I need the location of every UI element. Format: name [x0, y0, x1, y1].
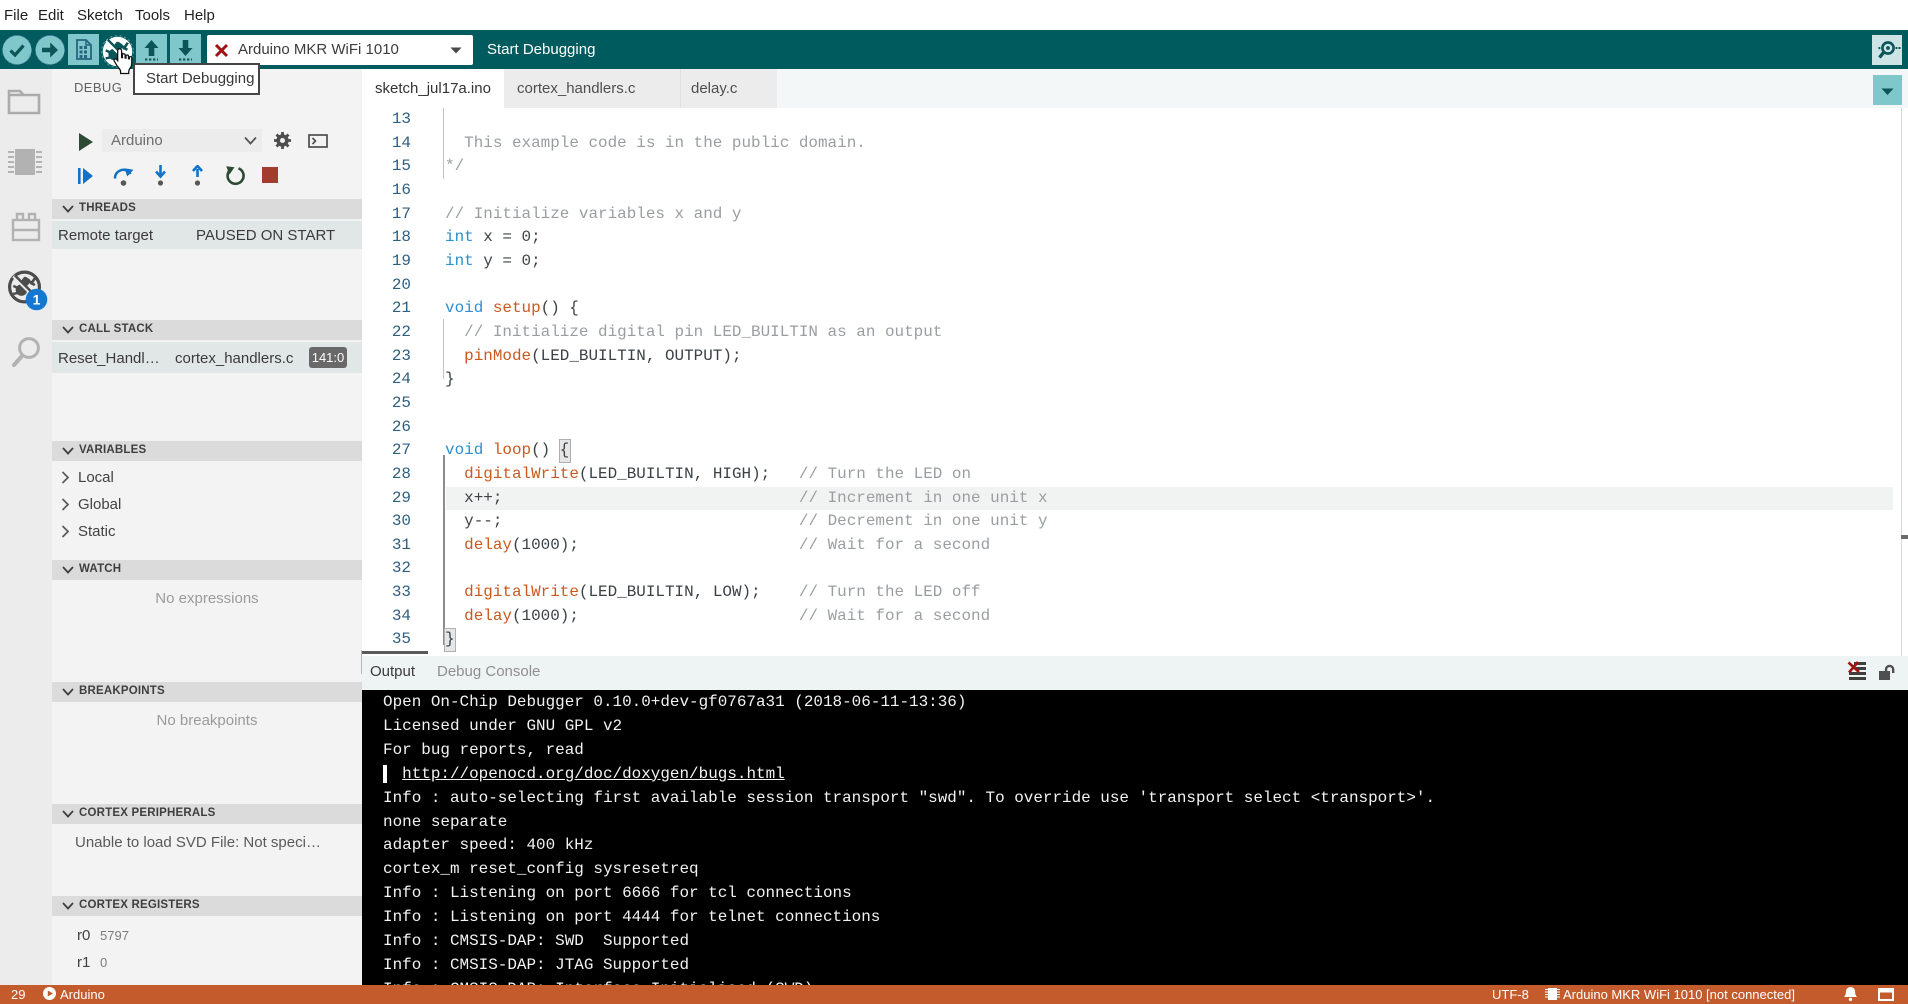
- svg-text:1: 1: [33, 291, 41, 307]
